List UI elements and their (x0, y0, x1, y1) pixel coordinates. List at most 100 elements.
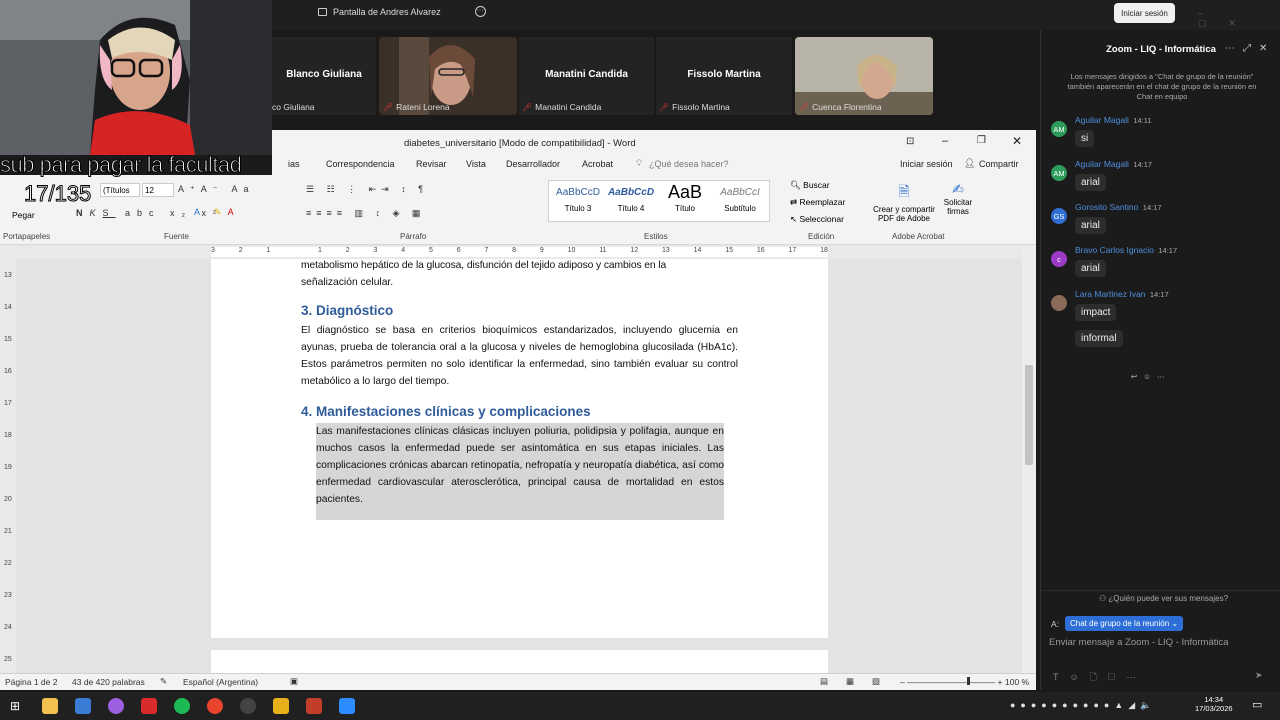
restore-button[interactable]: ❐ (977, 135, 986, 146)
vruler-number: 21 (4, 527, 12, 535)
word-menu-bar: ias Correspondencia Revisar Vista Desarr… (272, 155, 1036, 175)
tab-view[interactable]: Vista (466, 159, 486, 169)
app-icon[interactable] (306, 698, 322, 714)
replace-button[interactable]: ⇄ Reemplazar (790, 197, 845, 208)
who-can-see-link[interactable]: ⚇ ¿Quién puede ver sus mensajes? (1099, 594, 1228, 603)
share-button[interactable]: Compartir (979, 159, 1019, 169)
ruler-number: 7 (484, 247, 489, 254)
app-icon[interactable] (273, 698, 289, 714)
participant-tile[interactable]: Manatini Candida 🎤︎ Manatini Candida (519, 37, 654, 115)
participant-tile[interactable]: 🎤︎ Cuenca Florentina (795, 37, 933, 115)
reaction-icons[interactable]: ↩☺⋯ (1131, 372, 1170, 381)
system-tray-icons[interactable]: ●●●●●●●●●●▲◢🔈 (1010, 700, 1156, 711)
clock[interactable]: 14:34 17/03/2026 (1195, 695, 1233, 713)
search-icon: 🔍︎ (790, 180, 804, 190)
document-page[interactable]: metabolismo hepático de la glucosa, disf… (211, 259, 828, 638)
share-screen-icon (318, 7, 327, 16)
notification-icon[interactable]: ▭ (1252, 698, 1262, 711)
more-options-icon[interactable]: ··· (474, 6, 486, 17)
store-icon[interactable] (75, 698, 91, 714)
send-icon[interactable]: ➤ (1255, 670, 1263, 681)
tab-references[interactable]: ias (288, 159, 300, 169)
participant-tile[interactable]: Blanco Giuliana co Giuliana (272, 37, 376, 115)
document-title: diabetes_universitario [Modo de compatib… (404, 138, 636, 149)
find-button[interactable]: 🔍︎ Buscar (790, 180, 830, 191)
muted-mic-icon: 🎤︎ (383, 102, 394, 112)
overlay-text: sub para pagar la facultad (0, 152, 242, 178)
message-text: si (1075, 130, 1095, 147)
style-titulo4[interactable]: AaBbCcD Título 4 (605, 187, 657, 213)
participant-tile[interactable]: Fissolo Martina 🎤︎ Fissolo Martina (656, 37, 792, 115)
minimize-button[interactable]: – (942, 135, 948, 147)
obs-icon[interactable] (240, 698, 256, 714)
ruler-number: 12 (630, 247, 639, 254)
scroll-thumb[interactable] (1025, 365, 1033, 465)
ribbon-display-icon[interactable]: ⊡ (906, 136, 914, 147)
ruler-number: 3 (211, 247, 215, 254)
macro-icon[interactable]: ▣ (290, 676, 298, 687)
list-buttons[interactable]: ☰ ☷ ⋮ ⇤⇥ ↕ ¶ (306, 184, 428, 195)
group-label: Fuente (164, 232, 189, 241)
avatar (1051, 295, 1067, 311)
style-titulo[interactable]: AaB Título (659, 182, 711, 213)
vertical-scrollbar[interactable] (1022, 245, 1036, 673)
font-size-select[interactable]: 12 (142, 183, 174, 197)
style-subtitulo[interactable]: AaBbCcI Subtítulo (713, 187, 767, 213)
paste-button[interactable]: Pegar (12, 210, 35, 220)
view-mode-icons[interactable]: ▤▦▧ (820, 676, 898, 687)
ruler-number: 14 (693, 247, 702, 254)
sharing-label: Pantalla de Andres Alvarez (333, 6, 441, 17)
close-button[interactable]: ✕ (1012, 134, 1022, 148)
acrobat-sign-button[interactable]: ✍︎ Solicitar firmas (940, 181, 976, 216)
proofing-icon[interactable]: ✎ (160, 676, 167, 687)
vruler-number: 19 (4, 463, 12, 471)
tab-acrobat[interactable]: Acrobat (582, 159, 613, 169)
pdf-icon: 🗎 (898, 183, 910, 199)
tab-developer[interactable]: Desarrollador (506, 159, 560, 169)
participant-label: 🎤︎ Rateni Lorena (383, 102, 450, 112)
chrome-icon[interactable] (207, 698, 223, 714)
zoom-slider[interactable]: – ——————— ——— + (900, 677, 1002, 687)
ruler-number: 2 (345, 247, 350, 254)
tab-correspondence[interactable]: Correspondencia (326, 159, 395, 169)
word-signin-link[interactable]: Iniciar sesión (900, 159, 953, 169)
styles-gallery[interactable]: AaBbCcD Título 3 AaBbCcD Título 4 AaB Títul… (548, 180, 770, 222)
app-icon[interactable] (141, 698, 157, 714)
font-name-select[interactable]: (Títulos (100, 183, 140, 197)
document-page-2[interactable] (211, 650, 828, 675)
select-button[interactable]: ↖ Seleccionar (790, 214, 844, 225)
chat-window-controls[interactable]: ⋯⤢✕ (1225, 43, 1275, 54)
ruler-number: 4 (401, 247, 406, 254)
vertical-ruler[interactable]: 13 14 15 16 17 18 19 20 21 22 23 24 25 (0, 259, 16, 675)
participant-tile[interactable]: 🎤︎ Rateni Lorena (379, 37, 517, 115)
word-count[interactable]: 43 de 420 palabras (72, 677, 145, 687)
spotify-icon[interactable] (174, 698, 190, 714)
zoom-signin-button[interactable]: Iniciar sesión (1114, 3, 1175, 23)
chat-toolbar-icons[interactable]: T☺🗋▢⋯ (1053, 670, 1147, 686)
recipient-select[interactable]: Chat de grupo de la reunión ⌄ (1065, 616, 1184, 631)
screen-share-indicator[interactable]: Pantalla de Andres Alvarez ··· (318, 6, 486, 17)
tell-me-input[interactable]: ¿Qué desea hacer? (649, 159, 729, 169)
message-header: Gorosito Santino 14:17 (1075, 202, 1162, 212)
start-icon[interactable]: ⊞ (10, 699, 20, 713)
muted-mic-icon: 🎤︎ (799, 102, 810, 112)
file-explorer-icon[interactable] (42, 698, 58, 714)
ruler-number: 10 (567, 247, 576, 254)
zoom-icon[interactable] (339, 698, 355, 714)
page-count[interactable]: Página 1 de 2 (5, 677, 57, 687)
browser-icon[interactable] (108, 698, 124, 714)
zoom-level[interactable]: 100 % (1005, 677, 1029, 687)
chat-input[interactable]: Enviar mensaje a Zoom - LIQ - Informátic… (1049, 637, 1229, 648)
word-title-bar: diabetes_universitario [Modo de compatib… (272, 132, 1036, 154)
acrobat-create-button[interactable]: 🗎 Crear y compartir PDF de Adobe (866, 181, 942, 223)
font-size-buttons[interactable]: A⁺A⁻ Aa (178, 184, 255, 195)
ruler-number: 18 (820, 247, 828, 254)
align-buttons[interactable]: ≡≡≡≡ ▥ ↕ ◈ ▦ (306, 208, 425, 219)
participant-label: 🎤︎ Manatini Candida (522, 102, 602, 112)
tab-review[interactable]: Revisar (416, 159, 447, 169)
ruler-number: 3 (373, 247, 378, 254)
style-titulo3[interactable]: AaBbCcD Título 3 (553, 187, 603, 213)
window-controls: –▢✕ (1198, 8, 1259, 28)
font-color-buttons[interactable]: A ✎A (194, 207, 240, 218)
language[interactable]: Español (Argentina) (183, 677, 258, 687)
